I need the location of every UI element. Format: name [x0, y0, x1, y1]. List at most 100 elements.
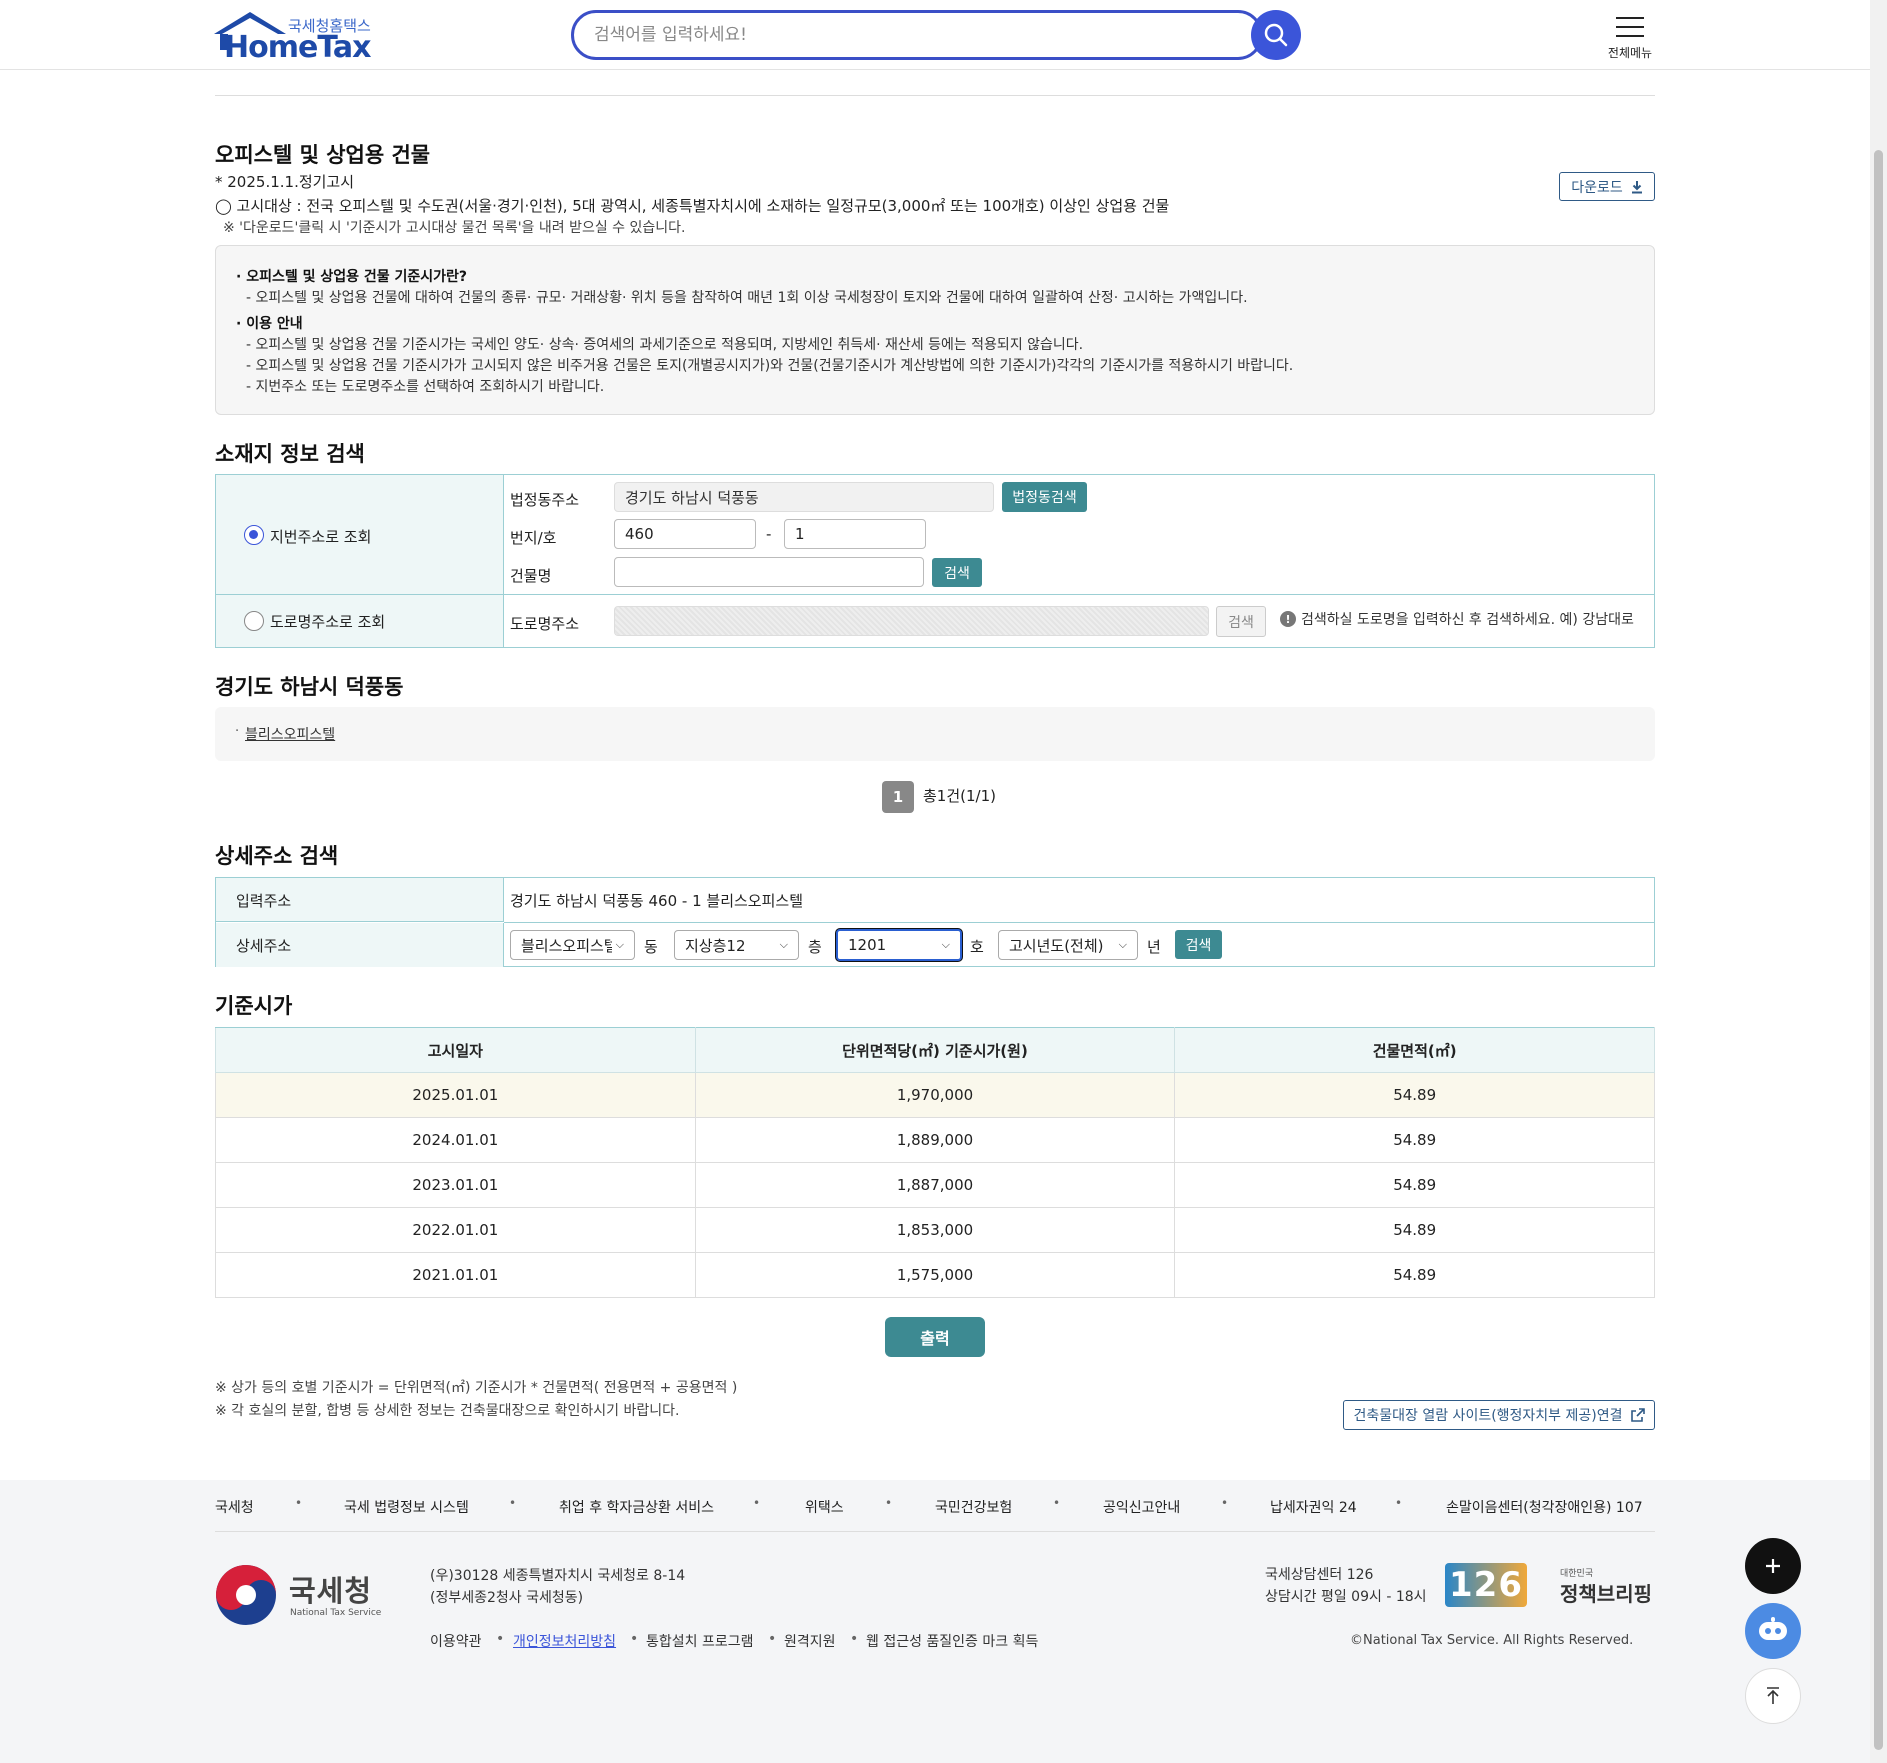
input-address-label-cell: 입력주소	[216, 878, 504, 922]
call-center-name: 국세상담센터 126	[1265, 1567, 1374, 1583]
global-search-input[interactable]	[571, 10, 1263, 60]
cell-date: 2021.01.01	[215, 1252, 696, 1298]
lot-separator: -	[766, 525, 772, 543]
year-select-value: 고시년도(전체)	[1009, 936, 1104, 955]
chevron-down-icon: ⌵	[779, 938, 788, 951]
dong-select[interactable]: 블리스오피스텔 ⌵	[510, 930, 635, 960]
detail-search-button[interactable]: 검색	[1175, 930, 1222, 959]
pagination-current[interactable]: 1	[882, 781, 914, 813]
ho-select-value: 1201	[848, 936, 887, 954]
floor-select-value: 지상층12	[685, 936, 746, 955]
notice-target: ◯ 고시대상 : 전국 오피스텔 및 수도권(서울·경기·인천), 5대 광역시…	[215, 197, 1170, 215]
road-hint-text: 검색하실 도로명을 입력하신 후 검색하세요. 예) 강남대로	[1301, 612, 1634, 628]
info-line: - 오피스텔 및 상업용 건물 기준시가는 국세인 양도· 상속· 증여세의 과…	[246, 337, 1084, 353]
footer-terms-link[interactable]: 이용약관	[430, 1631, 482, 1651]
table-header-row: 고시일자 단위면적당(㎡) 기준시가(원) 건물면적(㎡)	[215, 1027, 1655, 1073]
download-button[interactable]: 다운로드	[1559, 172, 1655, 201]
legal-dong-field: 경기도 하남시 덕풍동	[614, 482, 994, 512]
building-search-button[interactable]: 검색	[932, 558, 982, 587]
cell-area: 54.89	[1174, 1207, 1655, 1253]
detail-address-label: 상세주소	[236, 937, 292, 955]
footer-link-loan[interactable]: 취업 후 학자금상환 서비스	[559, 1497, 714, 1517]
road-radio-label[interactable]: 도로명주소로 조회	[270, 611, 385, 632]
footer-link-whistle[interactable]: 공익신고안내	[1103, 1497, 1180, 1517]
dong-select-value: 블리스오피스텔	[521, 936, 612, 955]
building-register-link[interactable]: 건축물대장 열람 사이트(행정자치부 제공)연결	[1343, 1400, 1655, 1430]
footer-link-nts[interactable]: 국세청	[215, 1497, 254, 1517]
footer-link-separator: •	[1053, 1496, 1061, 1510]
hometax-logo[interactable]: 국세청홈택스 HomeTax	[214, 12, 372, 65]
footer-accessibility-link[interactable]: 웹 접근성 품질인증 마크 획득	[866, 1631, 1038, 1651]
nts-logo-english: National Tax Service	[290, 1608, 382, 1618]
footer-link-law[interactable]: 국세 법령정보 시스템	[344, 1497, 469, 1517]
scrollbar-thumb[interactable]	[1874, 150, 1883, 1750]
all-menu-button[interactable]: 전체메뉴	[1600, 10, 1660, 62]
plus-icon	[1766, 1559, 1780, 1573]
lot-main-input[interactable]: 460	[614, 519, 756, 549]
info-line: - 오피스텔 및 상업용 건물 기준시가가 고시되지 않은 비주거용 건물은 토…	[246, 358, 1294, 374]
footer-link-nhis[interactable]: 국민건강보험	[935, 1497, 1012, 1517]
footer-privacy-link[interactable]: 개인정보처리방침	[513, 1631, 616, 1651]
scroll-top-button[interactable]	[1745, 1668, 1801, 1724]
footer-address-line1: (우)30128 세종특별자치시 국세청로 8-14	[430, 1568, 686, 1584]
legal-dong-search-button[interactable]: 법정동검색	[1002, 482, 1087, 512]
cell-unit-price: 1,970,000	[694, 1072, 1176, 1118]
footer-link-relay[interactable]: 손말이음센터(청각장애인용) 107	[1446, 1497, 1643, 1517]
results-list: · 블리스오피스텔	[215, 707, 1655, 761]
lot-sub-input[interactable]: 1	[784, 519, 926, 549]
input-address-label: 입력주소	[236, 892, 292, 910]
policy-briefing-logo[interactable]: 대한민국 정책브리핑	[1560, 1566, 1655, 1608]
detail-search-form: 입력주소 경기도 하남시 덕풍동 460 - 1 블리스오피스텔 상세주소 블리…	[215, 877, 1655, 967]
cell-date: 2022.01.01	[215, 1207, 696, 1253]
nts-logo-name: 국세청	[289, 1574, 373, 1608]
footer-link-wetax[interactable]: 위택스	[805, 1497, 844, 1517]
info-heading-definition: · 오피스텔 및 상업용 건물 기준시가란?	[236, 269, 468, 285]
print-button[interactable]: 출력	[885, 1317, 985, 1357]
jibun-radio[interactable]	[244, 525, 264, 545]
row-divider	[504, 922, 1654, 923]
global-search-button[interactable]	[1251, 10, 1301, 60]
site-header: 국세청홈택스 HomeTax 전체메뉴	[0, 0, 1870, 70]
year-select[interactable]: 고시년도(전체) ⌵	[998, 930, 1138, 960]
footer-link-rights[interactable]: 납세자권익 24	[1270, 1497, 1357, 1517]
info-icon: !	[1280, 611, 1296, 627]
result-item-link[interactable]: 블리스오피스텔	[245, 724, 335, 744]
arrow-up-icon	[1767, 1687, 1779, 1704]
legal-dong-label: 법정동주소	[510, 491, 580, 509]
info-heading-usage: · 이용 안내	[236, 316, 303, 332]
footer-install-link[interactable]: 통합설치 프로그램	[646, 1631, 754, 1651]
download-note: ※ '다운로드'클릭 시 '기준시가 고시대상 물건 목록'을 내려 받으실 수…	[223, 220, 686, 236]
download-label: 다운로드	[1571, 179, 1623, 196]
footer-link-separator: •	[753, 1496, 761, 1510]
site-footer: 국세청 • 국세 법령정보 시스템 • 취업 후 학자금상환 서비스 • 위택스…	[0, 1480, 1870, 1763]
road-hint: ! 검색하실 도로명을 입력하신 후 검색하세요. 예) 강남대로	[1280, 609, 1634, 629]
input-address-value: 경기도 하남시 덕풍동 460 - 1 블리스오피스텔	[510, 892, 803, 910]
floor-unit: 층	[808, 938, 822, 956]
quick-add-button[interactable]	[1745, 1538, 1801, 1594]
notice-date: * 2025.1.1.정기고시	[215, 173, 355, 191]
download-icon	[1631, 180, 1642, 193]
footer-link-separator: •	[768, 1631, 777, 1647]
results-title: 경기도 하남시 덕풍동	[215, 675, 404, 699]
table-row: 2022.01.01 1,853,000 54.89	[215, 1207, 1655, 1253]
page-scrollbar[interactable]	[1870, 0, 1887, 1763]
footer-remote-link[interactable]: 원격지원	[784, 1631, 836, 1651]
footer-link-separator: •	[509, 1496, 517, 1510]
detail-search-title: 상세주소 검색	[215, 844, 339, 868]
floor-select[interactable]: 지상층12 ⌵	[674, 930, 799, 960]
cell-unit-price: 1,887,000	[694, 1162, 1176, 1208]
ho-select[interactable]: 1201 ⌵	[836, 929, 962, 961]
footer-link-separator: •	[885, 1496, 893, 1510]
call-center-126-badge: 126	[1445, 1563, 1527, 1607]
pagination-total: 총1건(1/1)	[923, 787, 996, 805]
cell-unit-price: 1,853,000	[694, 1207, 1176, 1253]
building-name-input[interactable]	[614, 557, 924, 587]
jibun-radio-label[interactable]: 지번주소로 조회	[270, 526, 371, 547]
chatbot-button[interactable]	[1745, 1603, 1801, 1659]
location-search-form: 지번주소로 조회 도로명주소로 조회 법정동주소 경기도 하남시 덕풍동 법정동…	[215, 474, 1655, 648]
all-menu-label: 전체메뉴	[1607, 46, 1653, 60]
footer-address-line2: (정부세종2청사 국세청동)	[430, 1590, 584, 1606]
footer-link-separator: •	[630, 1631, 639, 1647]
road-option-cell: 도로명주소로 조회	[216, 595, 504, 647]
road-radio[interactable]	[244, 611, 264, 631]
